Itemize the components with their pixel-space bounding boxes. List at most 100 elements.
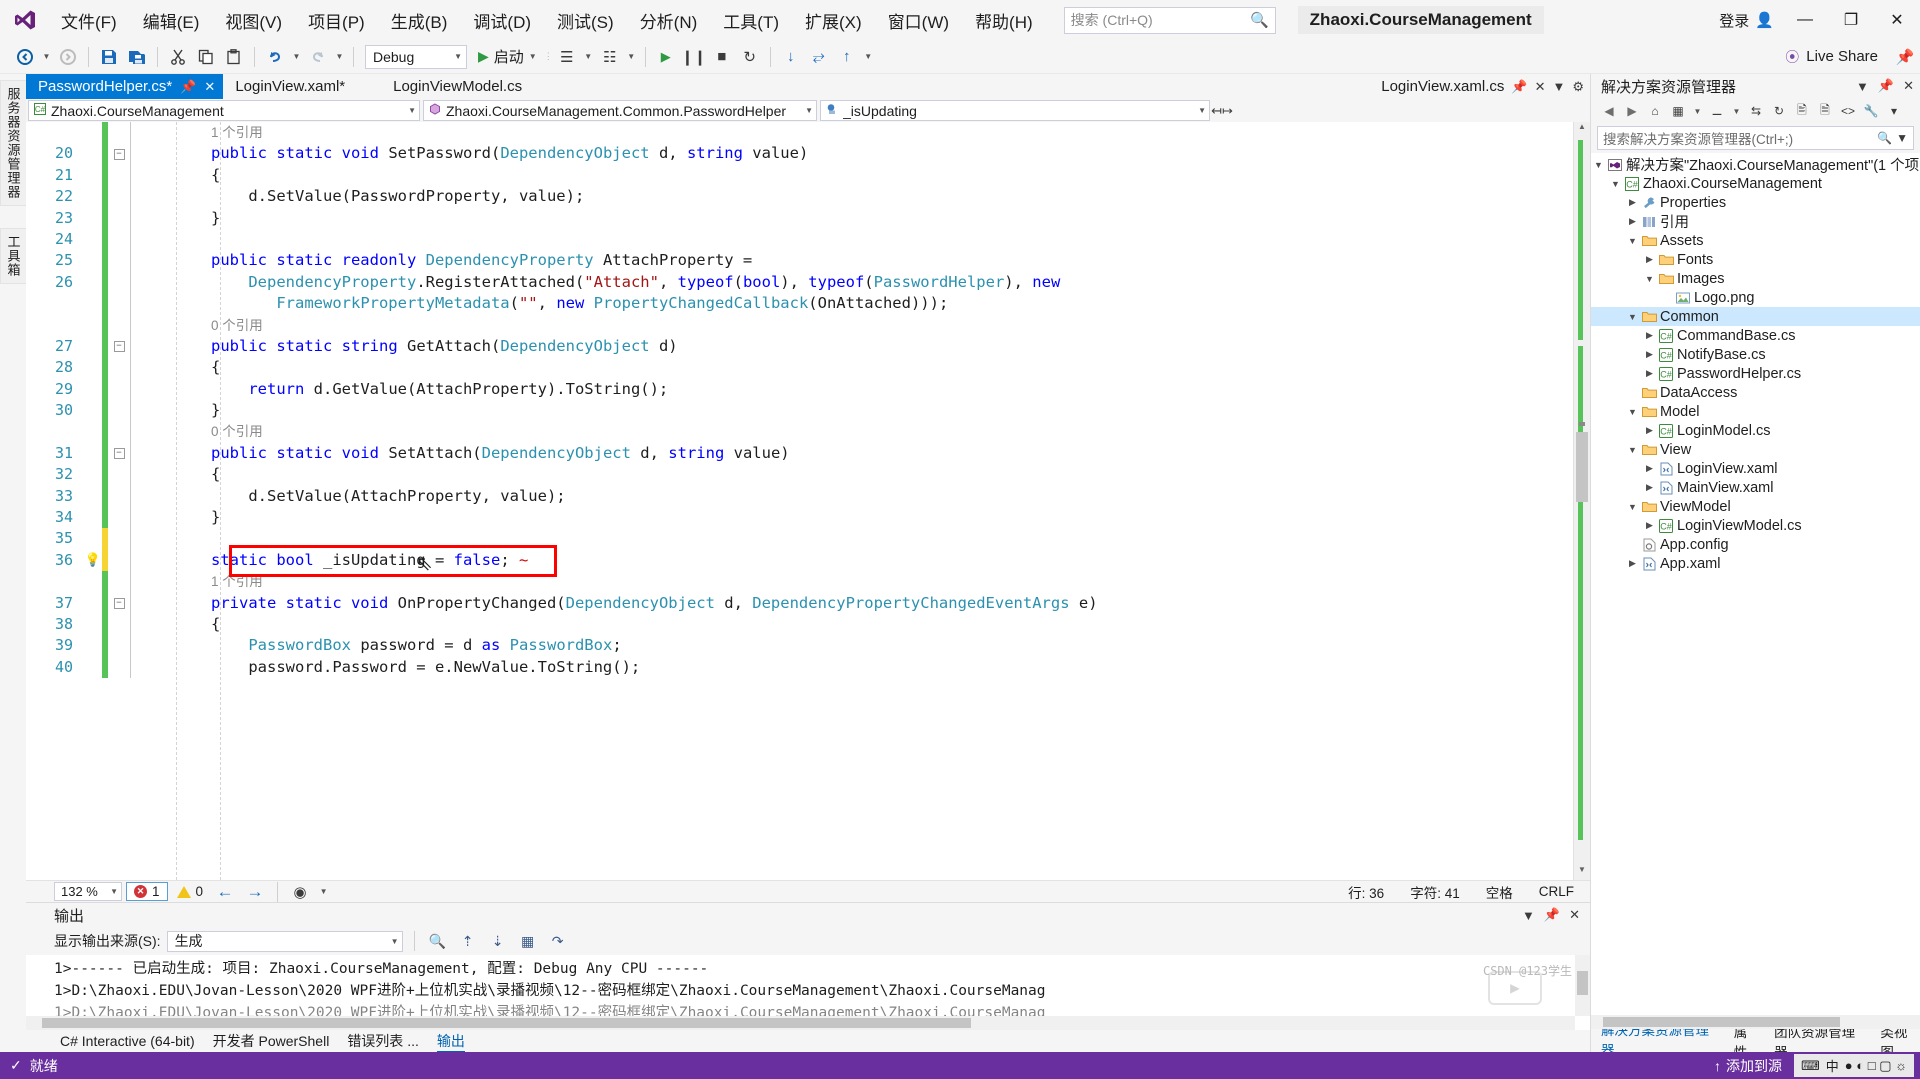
save-all-icon[interactable] <box>124 44 150 70</box>
navigate-back-icon[interactable] <box>12 44 38 70</box>
chevron-down-icon[interactable]: ▼ <box>1522 908 1535 923</box>
cut-icon[interactable] <box>165 44 191 70</box>
lightbulb-icon[interactable]: 💡 <box>84 550 102 571</box>
chevron-down-icon[interactable]: ▼ <box>582 44 595 70</box>
twisty-collapsed-icon[interactable]: ▶ <box>1642 520 1657 531</box>
tree-item[interactable]: App.config <box>1591 535 1920 554</box>
collapse-region-icon[interactable]: − <box>108 593 130 614</box>
chevron-down-icon[interactable]: ▼ <box>317 879 330 905</box>
pending-changes-icon[interactable]: ▦ <box>1668 100 1688 122</box>
solution-configuration-combo[interactable]: Debug ▼ <box>365 44 467 69</box>
ime-indicator[interactable]: ⌨ 中 ● ◐ □ ▢ ☼ <box>1794 1054 1914 1077</box>
restart-icon[interactable]: ↻ <box>737 44 763 70</box>
menu-analyze[interactable]: 分析(N) <box>627 3 711 38</box>
run-icon[interactable]: ▶ <box>653 44 679 70</box>
scroll-thumb[interactable] <box>1576 432 1588 502</box>
code-line[interactable]: 35 <box>26 528 1573 550</box>
tree-item[interactable]: ▼ C# Zhaoxi.CourseManagement <box>1591 174 1920 193</box>
twisty-collapsed-icon[interactable]: ▶ <box>1642 349 1657 360</box>
twisty-expanded-icon[interactable]: ▼ <box>1642 274 1657 284</box>
tree-item[interactable]: ▼ Assets <box>1591 231 1920 250</box>
go-to-next-icon[interactable]: ⇣ <box>486 930 510 952</box>
code-line[interactable]: 25 public static readonly DependencyPrope… <box>26 250 1573 272</box>
settings-icon[interactable]: 🔧 <box>1861 100 1881 122</box>
menu-window[interactable]: 窗口(W) <box>875 3 962 38</box>
code-line[interactable]: 29 return d.GetValue(AttachProperty).ToS… <box>26 378 1573 401</box>
search-icon[interactable]: 🔍 <box>1877 131 1892 145</box>
back-dropdown-icon[interactable]: ▼ <box>40 44 53 70</box>
previous-issue-button[interactable]: ← <box>212 879 238 905</box>
menu-test[interactable]: 测试(S) <box>544 3 627 38</box>
live-share-button[interactable]: ⦿ Live Share <box>1775 44 1888 70</box>
undo-dropdown-icon[interactable]: ▼ <box>290 44 303 70</box>
code-line[interactable]: 22 d.SetValue(PasswordProperty, value); <box>26 186 1573 208</box>
twisty-expanded-icon[interactable]: ▼ <box>1625 445 1640 455</box>
chevron-down-icon[interactable]: ▼ <box>862 44 875 70</box>
twisty-collapsed-icon[interactable]: ▶ <box>1642 368 1657 379</box>
collapse-region-icon[interactable]: − <box>108 143 130 164</box>
menu-build[interactable]: 生成(B) <box>378 3 461 38</box>
step-out-icon[interactable]: ↑ <box>834 44 860 70</box>
tree-item[interactable]: ▶ C# LoginModel.cs <box>1591 421 1920 440</box>
save-icon[interactable] <box>96 44 122 70</box>
sign-in-button[interactable]: 登录 👤 <box>1711 6 1782 35</box>
quick-launch-search[interactable]: 搜索 (Ctrl+Q) 🔍 <box>1063 6 1276 34</box>
next-issue-button[interactable]: → <box>242 879 268 905</box>
chevron-down-icon[interactable]: ▼ <box>625 44 638 70</box>
sync-icon[interactable]: ⇆ <box>1746 100 1766 122</box>
twisty-expanded-icon[interactable]: ▼ <box>1625 236 1640 246</box>
code-line[interactable]: 38 { <box>26 613 1573 636</box>
code-reference-line[interactable]: 0 个引用 <box>26 314 1573 336</box>
collapse-region-icon[interactable]: − <box>108 336 130 357</box>
code-reference-line[interactable]: 0 个引用 <box>26 421 1573 443</box>
twisty-icon[interactable]: ▼ <box>1591 160 1606 170</box>
tree-item[interactable]: ▼ ViewModel <box>1591 497 1920 516</box>
add-to-source-control-button[interactable]: ↑ 添加到源 <box>1714 1056 1782 1076</box>
code-line[interactable]: 28 { <box>26 357 1573 379</box>
stop-icon[interactable]: ■ <box>709 44 735 70</box>
pin-icon[interactable]: 📌 <box>1878 78 1894 94</box>
twisty-collapsed-icon[interactable]: ▶ <box>1642 482 1657 493</box>
code-line[interactable]: 21 { <box>26 164 1573 187</box>
tab-csharp-interactive[interactable]: C# Interactive (64-bit) <box>60 1033 195 1049</box>
code-line[interactable]: 39 PasswordBox password = d as PasswordB… <box>26 635 1573 657</box>
chevron-down-icon[interactable]: ▼ <box>1896 131 1908 145</box>
tree-item[interactable]: ▶ Properties <box>1591 193 1920 212</box>
eol-indicator[interactable]: CRLF <box>1539 884 1574 899</box>
filter-icon[interactable]: ◉ <box>287 879 313 905</box>
close-button[interactable]: ✕ <box>1874 1 1920 39</box>
minimize-button[interactable]: — <box>1782 1 1828 39</box>
scroll-thumb[interactable] <box>42 1018 972 1028</box>
code-line[interactable]: FrameworkPropertyMetadata("", new Proper… <box>26 293 1573 315</box>
tree-item[interactable]: ▶ C# CommandBase.cs <box>1591 326 1920 345</box>
redo-dropdown-icon[interactable]: ▼ <box>333 44 346 70</box>
split-view-icon[interactable]: ↤↦ <box>1211 103 1233 119</box>
tab-loginviewmodel-cs[interactable]: LoginViewModel.cs <box>353 74 531 99</box>
twisty-expanded-icon[interactable]: ▼ <box>1625 407 1640 417</box>
code-line[interactable]: 27 − public static string GetAttach(Depend… <box>26 335 1573 358</box>
tree-item[interactable]: ▶ 引用 <box>1591 212 1920 231</box>
output-vertical-scrollbar[interactable] <box>1575 955 1590 1016</box>
properties-icon[interactable]: 🗎 <box>1815 100 1835 122</box>
tab-output[interactable]: 输出 <box>436 1031 465 1052</box>
pause-icon[interactable]: ❙❙ <box>681 44 707 70</box>
align-icon[interactable]: ☰ <box>554 44 580 70</box>
preview-tab-label[interactable]: LoginView.xaml.cs <box>1381 78 1504 95</box>
tree-item[interactable]: DataAccess <box>1591 383 1920 402</box>
home-icon[interactable]: ⌂ <box>1645 100 1665 122</box>
navigate-forward-icon[interactable] <box>55 44 81 70</box>
code-line[interactable]: 23} <box>26 207 1573 229</box>
twisty-collapsed-icon[interactable]: ▶ <box>1642 425 1657 436</box>
twisty-expanded-icon[interactable]: ▼ <box>1625 502 1640 512</box>
menu-help[interactable]: 帮助(H) <box>962 3 1046 38</box>
code-reference-line[interactable]: 1 个引用 <box>26 122 1573 144</box>
menu-view[interactable]: 视图(V) <box>212 3 295 38</box>
tree-root-solution[interactable]: ▼ 解决方案"Zhaoxi.CourseManagement"(1 个项目/共 <box>1591 155 1920 174</box>
twisty-collapsed-icon[interactable]: ▶ <box>1625 216 1640 227</box>
solution-explorer-search[interactable]: 搜索解决方案资源管理器(Ctrl+;) 🔍 ▼ <box>1597 126 1914 150</box>
tab-passwordhelper-cs[interactable]: PasswordHelper.cs* 📌 ✕ <box>26 74 224 99</box>
scroll-thumb[interactable] <box>1577 971 1588 995</box>
tree-item[interactable]: ▼ Model <box>1591 402 1920 421</box>
toolbar-pin-icon[interactable]: 📌 <box>1890 48 1920 66</box>
code-line[interactable]: 32 { <box>26 464 1573 486</box>
